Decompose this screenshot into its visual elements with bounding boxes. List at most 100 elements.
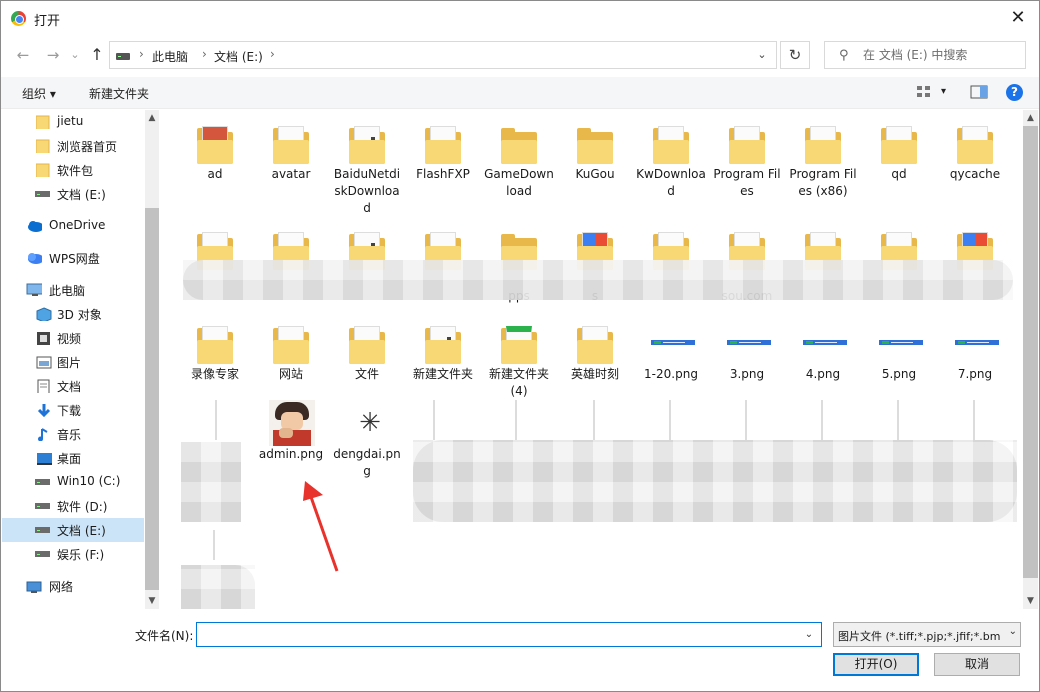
sidebar-item-pictures[interactable]: 图片 [2, 350, 144, 374]
image-file-item[interactable]: 7.png [939, 310, 1011, 402]
breadcrumb-this-pc[interactable]: 此电脑 [152, 48, 188, 65]
sidebar-item-music[interactable]: 音乐 [2, 422, 144, 446]
sidebar-item-label: 图片 [57, 356, 82, 370]
file-list-scroll-up-arrow[interactable]: ▲ [1023, 110, 1038, 126]
sidebar-item-software-package[interactable]: 软件包 [2, 158, 144, 182]
breadcrumb-documents-e[interactable]: 文档 (E:) [214, 48, 263, 65]
file-list-scrollbar-thumb[interactable] [1023, 126, 1038, 578]
sidebar-item-downloads[interactable]: 下载 [2, 398, 144, 422]
folder-item[interactable]: 网站 [255, 310, 327, 402]
image-thumbnail [803, 340, 847, 354]
pictures-icon [36, 356, 52, 369]
folder-item[interactable]: BaiduNetdiskDownload [331, 110, 403, 215]
sidebar-item-documents-e-quick[interactable]: 文档 (E:) [2, 182, 144, 206]
file-name: ad [207, 167, 223, 181]
image-thumbnail [745, 400, 747, 440]
cancel-button[interactable]: 取消 [934, 653, 1020, 676]
sidebar-item-this-pc[interactable]: 此电脑 [2, 278, 144, 302]
sidebar-item-3d-objects[interactable]: 3D 对象 [2, 302, 144, 326]
sidebar-item-label: 文档 [57, 380, 82, 394]
sidebar-item-browser-home[interactable]: 浏览器首页 [2, 134, 144, 158]
preview-pane-icon[interactable] [970, 85, 988, 99]
sidebar-item-jietu[interactable]: jietu [2, 110, 144, 134]
navigation-bar: ← → ⌄ ↑ › 此电脑 › 文档 (E:) › ⌄ ↻ ⚲ [1, 41, 1039, 71]
folder-item[interactable]: Program Files [711, 110, 783, 202]
folder-item[interactable]: 英雄时刻 [559, 310, 631, 402]
admin-image-thumbnail [269, 400, 315, 446]
refresh-button[interactable]: ↻ [780, 41, 810, 69]
image-file-item[interactable]: ✳ dengdai.png [331, 390, 403, 482]
command-toolbar: 组织 ▾ 新建文件夹 ▾ ? [1, 77, 1039, 109]
folder-item[interactable]: 文件 [331, 310, 403, 402]
file-name: 新建文件夹 [412, 367, 473, 381]
folder-item[interactable]: KuGou [559, 110, 631, 202]
sidebar-scroll-up-arrow[interactable]: ▲ [145, 110, 159, 126]
folder-item[interactable]: ad [179, 110, 251, 202]
image-file-item[interactable]: admin.png [255, 390, 327, 482]
address-dropdown-button[interactable]: ⌄ [748, 42, 776, 68]
filename-input[interactable] [201, 626, 791, 643]
file-name: qycache [949, 167, 1001, 181]
close-button[interactable]: ✕ [1007, 7, 1029, 29]
recent-locations-button[interactable]: ⌄ [65, 44, 85, 66]
open-file-dialog: 打开 ✕ ← → ⌄ ↑ › 此电脑 › 文档 (E:) › ⌄ ↻ ⚲ 组织 … [0, 0, 1040, 692]
image-thumbnail [651, 340, 695, 354]
search-input[interactable] [863, 46, 1021, 64]
drive-icon [116, 53, 130, 60]
folder-item[interactable]: avatar [255, 110, 327, 202]
up-button[interactable]: ↑ [87, 44, 107, 66]
address-bar[interactable]: › 此电脑 › 文档 (E:) › ⌄ [109, 41, 777, 69]
folder-icon [425, 326, 461, 364]
folder-icon [577, 126, 613, 164]
forward-button[interactable]: → [43, 44, 63, 66]
view-options-dropdown[interactable]: ▾ [941, 86, 946, 97]
folder-item[interactable]: 录像专家 [179, 310, 251, 402]
sidebar-item-network[interactable]: 网络 [2, 574, 144, 598]
sidebar-item-videos[interactable]: 视频 [2, 326, 144, 350]
folder-icon [501, 126, 537, 164]
image-file-item[interactable]: 3.png [711, 310, 783, 402]
file-name: KwDownload [636, 167, 706, 198]
file-list-scroll-down-arrow[interactable]: ▼ [1023, 593, 1038, 609]
image-file-item[interactable]: 4.png [787, 310, 859, 402]
drive-icon [35, 551, 50, 557]
help-icon[interactable]: ? [1006, 84, 1023, 101]
file-name: qd [891, 167, 907, 181]
sidebar-item-win10-c[interactable]: Win10 (C:) [2, 470, 144, 494]
folder-item[interactable]: 新建文件夹 (4) [483, 310, 555, 402]
sidebar-item-entertainment-f[interactable]: 娱乐 (F:) [2, 542, 144, 566]
image-thumbnail [821, 400, 823, 440]
folder-item[interactable]: FlashFXP [407, 110, 479, 202]
sidebar-item-onedrive[interactable]: OneDrive [2, 214, 144, 238]
sidebar-scroll-down-arrow[interactable]: ▼ [145, 593, 159, 609]
open-button[interactable]: 打开(O) [833, 653, 919, 676]
image-file-item[interactable]: 1-20.png [635, 310, 707, 402]
back-button[interactable]: ← [13, 44, 33, 66]
sidebar-scrollbar-thumb[interactable] [145, 208, 159, 590]
sidebar-item-software-d[interactable]: 软件 (D:) [2, 494, 144, 518]
folder-item[interactable]: 新建文件夹 [407, 310, 479, 402]
view-grid-icon[interactable] [916, 85, 932, 99]
folder-icon [197, 326, 233, 364]
folder-item[interactable]: Program Files (x86) [787, 110, 859, 202]
filename-dropdown-button[interactable]: ⌄ [799, 623, 819, 646]
file-type-filter[interactable]: 图片文件 (*.tiff;*.pjp;*.jfif;*.bm ⌄ [833, 622, 1021, 647]
folder-item[interactable]: KwDownload [635, 110, 707, 202]
new-folder-button[interactable]: 新建文件夹 [89, 85, 149, 102]
folder-item[interactable]: qycache [939, 110, 1011, 202]
image-thumbnail [727, 340, 771, 354]
folder-item[interactable]: qd [863, 110, 935, 202]
sidebar-item-wps-cloud[interactable]: WPS网盘 [2, 246, 144, 270]
sidebar-item-documents-e[interactable]: 文档 (E:) [2, 518, 144, 542]
folder-icon [273, 326, 309, 364]
file-type-filter-value: 图片文件 (*.tiff;*.pjp;*.jfif;*.bm [838, 630, 1001, 643]
search-box[interactable]: ⚲ [824, 41, 1026, 69]
organize-button[interactable]: 组织 ▾ [22, 85, 56, 102]
filename-combobox[interactable]: ⌄ [196, 622, 822, 647]
sidebar-item-documents[interactable]: 文档 [2, 374, 144, 398]
folder-item[interactable]: GameDownload [483, 110, 555, 202]
cloud-icon [28, 221, 42, 232]
image-file-item[interactable]: 5.png [863, 310, 935, 402]
sidebar-item-desktop[interactable]: 桌面 [2, 446, 144, 470]
image-thumbnail [879, 340, 923, 354]
